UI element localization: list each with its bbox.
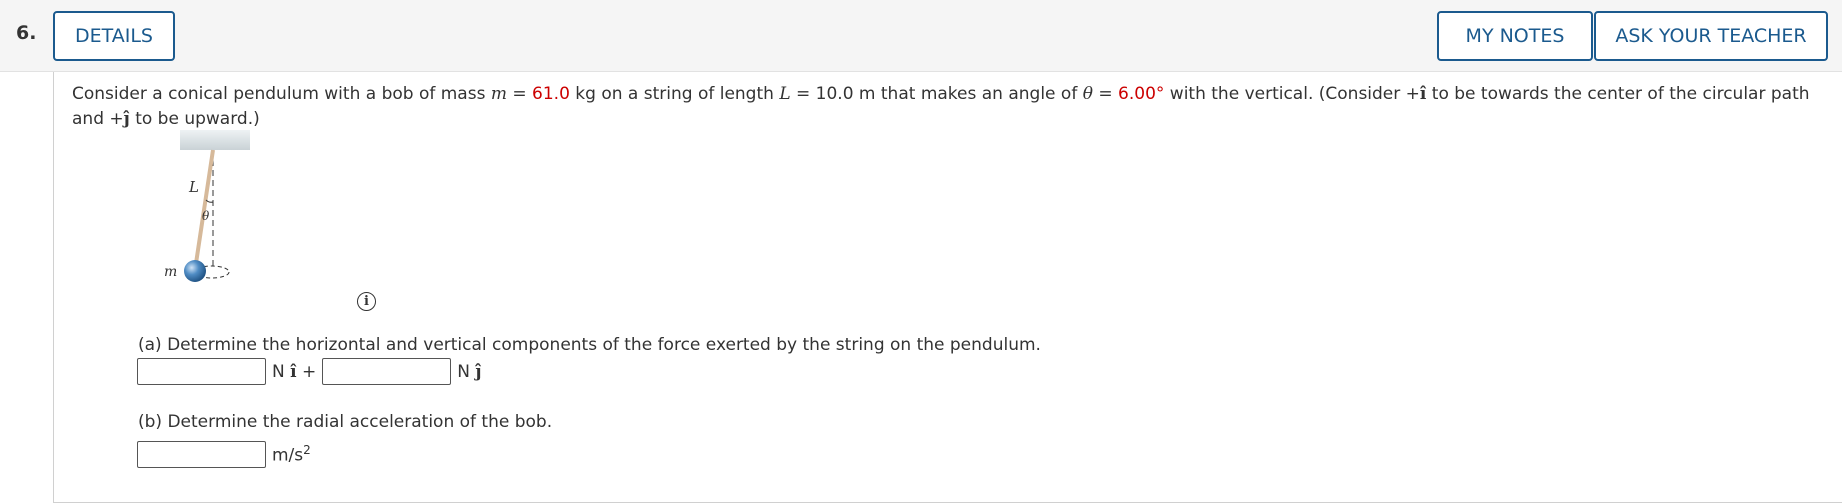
info-icon[interactable]: i: [357, 292, 376, 311]
question-body: [53, 72, 1842, 503]
part-a-horizontal-input[interactable]: [137, 358, 266, 385]
part-a-answer-row: N î + N ĵ: [137, 358, 488, 385]
theta-label: θ: [202, 209, 210, 223]
ceiling-support: [180, 130, 250, 150]
angle-value: 6.00°: [1118, 84, 1165, 104]
part-b-answer-row: m/s2: [137, 441, 317, 468]
conical-pendulum-diagram: L θ m: [165, 130, 250, 282]
length-label: L: [188, 178, 199, 196]
part-a-question: (a) Determine the horizontal and vertica…: [138, 335, 1041, 355]
question-number: 6.: [16, 22, 37, 44]
mass-variable: m: [490, 84, 507, 104]
pendulum-bob: [184, 260, 206, 282]
part-a-unit-1: N î +: [272, 361, 317, 382]
ask-your-teacher-button[interactable]: ASK YOUR TEACHER: [1594, 11, 1828, 61]
question-header: 6. DETAILS MY NOTES ASK YOUR TEACHER: [0, 0, 1842, 72]
part-b-question: (b) Determine the radial acceleration of…: [138, 412, 553, 432]
my-notes-button[interactable]: MY NOTES: [1437, 11, 1593, 61]
question-prompt: Consider a conical pendulum with a bob o…: [72, 84, 1810, 129]
mass-label: m: [165, 264, 177, 280]
details-button[interactable]: DETAILS: [53, 11, 175, 61]
part-a-unit-2: N ĵ: [457, 361, 482, 382]
length-variable: L: [779, 84, 791, 104]
angle-variable: θ: [1082, 84, 1093, 104]
part-b-unit: m/s2: [272, 443, 311, 466]
part-a-vertical-input[interactable]: [322, 358, 452, 385]
mass-value: 61.0: [532, 84, 570, 104]
part-b-acceleration-input[interactable]: [137, 441, 266, 468]
